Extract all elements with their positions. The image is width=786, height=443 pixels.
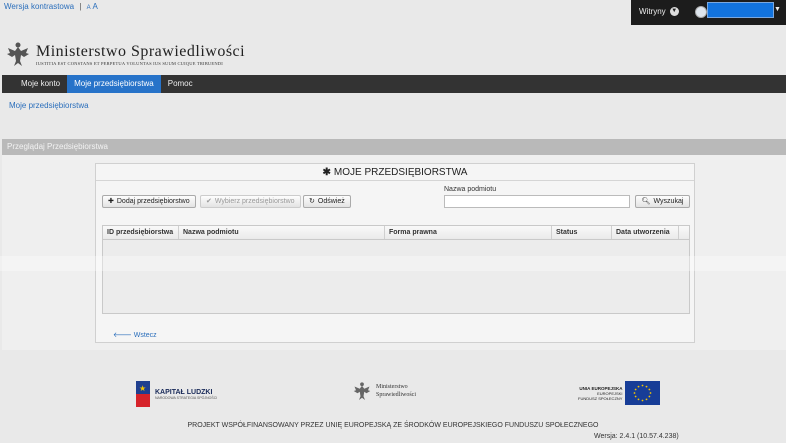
column-header-id[interactable]: ID przedsiębiorstwa	[103, 226, 179, 239]
nav-item-my-account[interactable]: Moje konto	[14, 75, 67, 93]
table-header: ID przedsiębiorstwa Nazwa podmiotu Forma…	[103, 226, 689, 240]
arrow-left-icon: 🡐	[113, 332, 132, 339]
search-icon: 🔍︎	[641, 198, 651, 205]
select-company-button[interactable]: ✔ Wybierz przedsiębiorstwo	[200, 195, 301, 208]
font-small-link[interactable]: A	[87, 5, 91, 11]
companies-box: ✱ MOJE PRZEDSIĘBIORSTWA ✚ Dodaj przedsięb…	[95, 163, 695, 343]
select-company-label: Wybierz przedsiębiorstwo	[214, 198, 295, 205]
eu-line3: FUNDUSZ SPOŁECZNY	[578, 395, 623, 401]
refresh-button[interactable]: ↻ Odśwież	[303, 195, 351, 208]
page-title: ✱ MOJE PRZEDSIĘBIORSTWA	[96, 164, 694, 181]
ministry-logo[interactable]: Ministerstwo Sprawiedliwości IUSTITIA ES…	[6, 41, 245, 67]
font-large-link[interactable]: A	[92, 2, 97, 11]
page-title-text: MOJE PRZEDSIĘBIORSTWA	[333, 167, 468, 178]
ms-line1: Ministerstwo	[376, 384, 408, 390]
column-header-scroll	[679, 226, 689, 239]
add-company-label: Dodaj przedsiębiorstwo	[116, 198, 190, 205]
column-header-status[interactable]: Status	[552, 226, 612, 239]
search-label: Nazwa podmiotu	[444, 186, 497, 193]
ministry-footer-logo: Ministerstwo Sprawiedliwości	[353, 381, 416, 401]
kapital-ludzki-logo: ★ KAPITAŁ LUDZKI NARODOWA STRATEGIA SPÓJ…	[136, 381, 217, 407]
caret-down-icon: ▼	[669, 7, 679, 16]
avatar	[695, 6, 707, 18]
ms-line2: Sprawiedliwości	[376, 392, 416, 398]
eu-line1: UNIA EUROPEJSKA	[579, 385, 623, 391]
refresh-label: Odśwież	[317, 198, 345, 205]
project-notice: PROJEKT WSPÓŁFINANSOWANY PRZEZ UNIĘ EURO…	[187, 422, 599, 429]
top-right-bar: Witryny ▼ ▼	[631, 0, 786, 25]
search-button[interactable]: 🔍︎ Wyszukaj	[635, 195, 690, 208]
search-label-btn: Wyszukaj	[653, 198, 684, 205]
column-header-created[interactable]: Data utworzenia	[612, 226, 679, 239]
kl-title: KAPITAŁ LUDZKI	[155, 388, 213, 396]
asterisk-icon: ✱	[322, 167, 331, 178]
ministry-title: Ministerstwo Sprawiedliwości	[36, 42, 246, 60]
column-header-name[interactable]: Nazwa podmiotu	[179, 226, 385, 239]
contrast-version-link[interactable]: Wersja kontrastowa	[4, 2, 74, 11]
user-menu[interactable]	[707, 2, 774, 18]
refresh-icon: ↻	[309, 198, 315, 205]
column-header-legal-form[interactable]: Forma prawna	[385, 226, 552, 239]
eu-flag-icon	[625, 381, 661, 405]
check-icon: ✔	[206, 198, 212, 205]
panel-header: Przeglądaj Przedsiębiorstwa	[2, 139, 786, 155]
plus-icon: ✚	[108, 198, 114, 205]
back-link[interactable]: 🡐 Wstecz	[113, 330, 157, 339]
nav-item-help[interactable]: Pomoc	[161, 75, 200, 93]
eu-logo: UNIA EUROPEJSKA EUROPEJSKI FUNDUSZ SPOŁE…	[578, 381, 661, 405]
main-nav: Moje konto Moje przedsiębiorstwa Pomoc	[2, 75, 786, 93]
kl-subtitle: NARODOWA STRATEGIA SPÓJNOŚCI	[155, 395, 218, 400]
breadcrumb[interactable]: Moje przedsiębiorstwa	[9, 101, 89, 110]
kapital-ludzki-icon: ★	[136, 381, 150, 407]
search-input[interactable]	[444, 195, 630, 208]
ministry-motto: IUSTITIA EST CONSTANS ET PERPETUA VOLUNT…	[36, 60, 223, 66]
version-info: Wersja: 2.4.1 (10.57.4.238)	[594, 433, 679, 440]
accessibility-bar: Wersja kontrastowa | A A	[4, 2, 98, 11]
separator: |	[79, 2, 82, 11]
nav-item-my-companies[interactable]: Moje przedsiębiorstwa	[67, 75, 161, 93]
eagle-icon	[7, 42, 29, 66]
back-link-label: Wstecz	[133, 332, 157, 339]
add-company-button[interactable]: ✚ Dodaj przedsiębiorstwo	[102, 195, 196, 208]
highlight-stripe	[0, 256, 786, 271]
sites-dropdown[interactable]: Witryny ▼	[639, 7, 679, 16]
eagle-icon	[353, 382, 371, 400]
caret-down-icon[interactable]: ▼	[774, 6, 781, 13]
sites-label: Witryny	[639, 7, 666, 16]
